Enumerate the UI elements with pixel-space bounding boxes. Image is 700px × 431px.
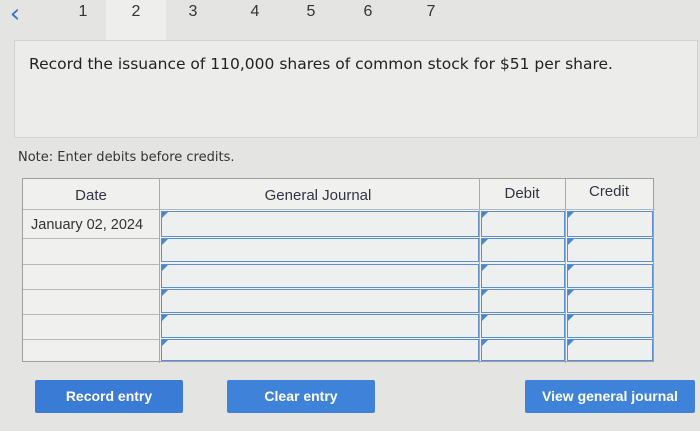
back-arrow-icon[interactable]: ‹ xyxy=(0,1,30,28)
question-panel: Record the issuance of 110,000 shares of… xyxy=(14,40,698,138)
column-divider xyxy=(565,179,566,363)
step-label-6: 6 xyxy=(363,3,373,20)
credit-header: Credit xyxy=(588,183,629,200)
date-cell: January 02, 2024 xyxy=(31,217,144,233)
view-general-journal-button[interactable]: View general journal xyxy=(525,380,695,413)
account-input[interactable] xyxy=(161,264,479,288)
step-tab-1[interactable]: 1 xyxy=(60,0,106,40)
credit-input[interactable] xyxy=(567,314,653,338)
account-input[interactable] xyxy=(161,314,479,338)
step-tab-5[interactable]: 5 xyxy=(288,0,334,40)
row-divider xyxy=(23,339,159,340)
debit-input[interactable] xyxy=(481,339,565,361)
date-header: Date xyxy=(75,187,107,204)
step-tab-2[interactable]: 2 xyxy=(106,0,166,40)
credit-input[interactable] xyxy=(567,264,653,288)
debit-input[interactable] xyxy=(481,211,565,237)
step-label-1: 1 xyxy=(78,3,88,20)
credit-input[interactable] xyxy=(567,289,653,313)
step-tab-6[interactable]: 6 xyxy=(345,0,391,40)
step-tab-4[interactable]: 4 xyxy=(232,0,278,40)
step-tab-3[interactable]: 3 xyxy=(170,0,216,40)
general-journal-header: General Journal xyxy=(264,187,372,204)
step-navigation: ‹ 1 2 3 4 5 6 7 xyxy=(0,0,700,42)
account-input[interactable] xyxy=(161,289,479,313)
row-divider xyxy=(23,238,159,239)
column-divider xyxy=(159,179,160,363)
step-label-4: 4 xyxy=(250,3,260,20)
debit-input[interactable] xyxy=(481,314,565,338)
step-label-7: 7 xyxy=(426,3,436,20)
step-label-5: 5 xyxy=(306,3,316,20)
column-divider xyxy=(479,179,480,363)
credit-input[interactable] xyxy=(567,339,653,361)
account-input[interactable] xyxy=(161,238,479,262)
clear-entry-button[interactable]: Clear entry xyxy=(227,380,375,413)
debit-input[interactable] xyxy=(481,289,565,313)
record-entry-button[interactable]: Record entry xyxy=(35,380,183,413)
debit-input[interactable] xyxy=(481,238,565,262)
debit-header: Debit xyxy=(504,185,540,202)
credit-input[interactable] xyxy=(567,211,653,237)
step-tab-7[interactable]: 7 xyxy=(408,0,454,40)
credit-input[interactable] xyxy=(567,238,653,262)
debit-input[interactable] xyxy=(481,264,565,288)
step-label-2: 2 xyxy=(131,3,141,20)
account-input[interactable] xyxy=(161,339,479,361)
account-input[interactable] xyxy=(161,211,479,237)
step-label-3: 3 xyxy=(188,3,198,20)
row-divider xyxy=(23,314,159,315)
question-text: Record the issuance of 110,000 shares of… xyxy=(29,55,613,73)
journal-entry-table: Date General Journal Debit Credit Januar… xyxy=(22,178,655,363)
row-divider xyxy=(23,264,159,265)
row-divider xyxy=(23,209,655,210)
instruction-note: Note: Enter debits before credits. xyxy=(18,150,235,165)
row-divider xyxy=(23,289,159,290)
